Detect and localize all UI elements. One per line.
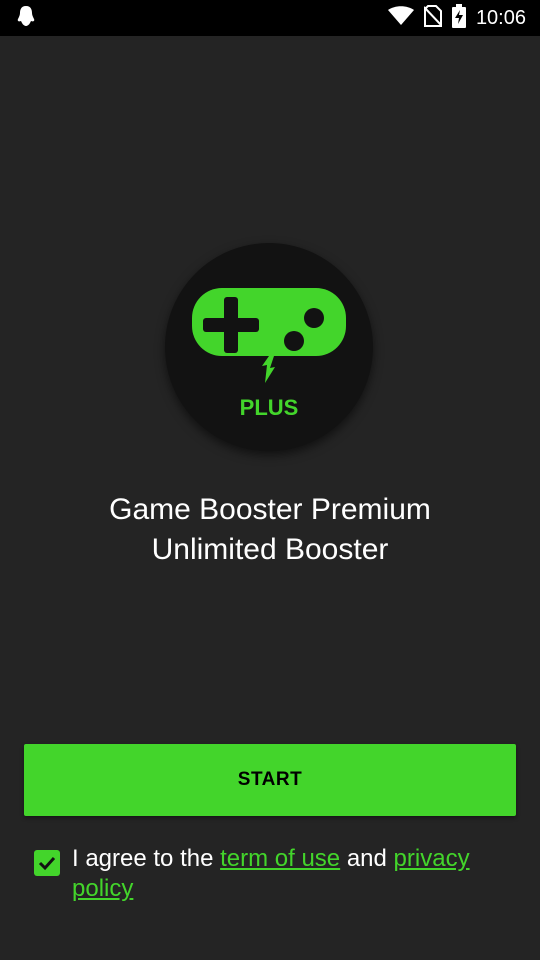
logo-badge-text: PLUS: [240, 395, 299, 420]
wifi-icon: [387, 5, 414, 31]
notification-icon: [16, 5, 36, 32]
app-title-line2: Unlimited Booster: [151, 533, 389, 566]
agreement-middle: and: [340, 845, 394, 872]
app-logo: PLUS: [165, 243, 373, 451]
status-bar: 10:06: [0, 0, 540, 36]
app-title-line1: Game Booster Premium: [109, 493, 431, 526]
battery-charging-icon: [451, 3, 466, 33]
agree-checkbox[interactable]: [34, 850, 60, 876]
check-icon: [38, 856, 56, 871]
status-time: 10:06: [475, 6, 526, 29]
agreement-row: I agree to the term of use and privacy p…: [34, 844, 514, 904]
app-title: Game Booster Premium Unlimited Booster: [0, 490, 540, 570]
agreement-prefix: I agree to the: [72, 845, 221, 872]
gamepad-icon: PLUS: [192, 288, 346, 420]
no-sim-icon: [423, 4, 443, 32]
start-button[interactable]: START: [24, 744, 516, 816]
agreement-text: I agree to the term of use and privacy p…: [72, 844, 514, 904]
term-of-use-link[interactable]: term of use: [220, 845, 340, 872]
